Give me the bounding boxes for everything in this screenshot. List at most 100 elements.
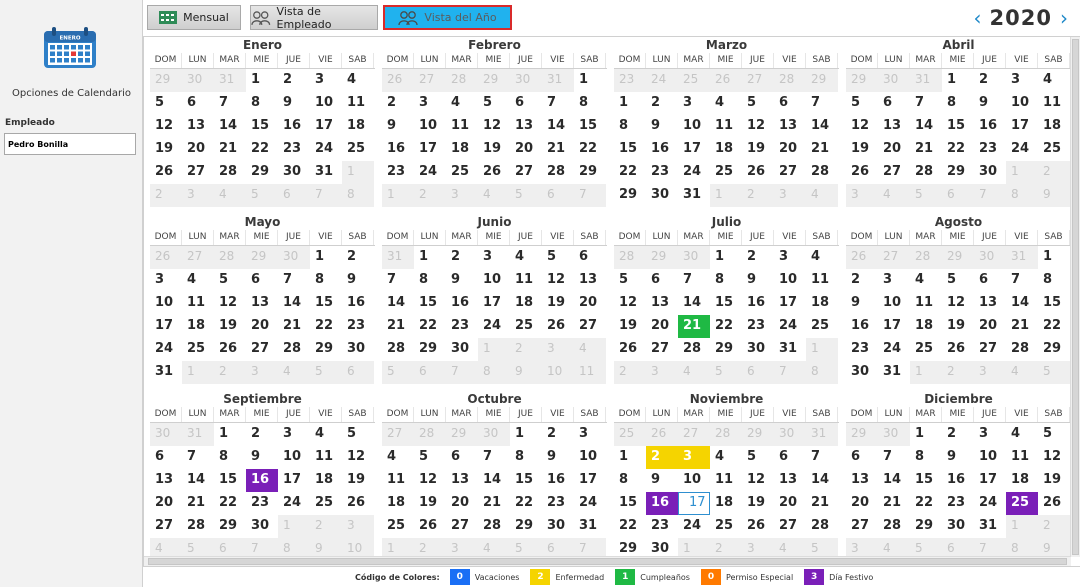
day-cell-other-month[interactable]: 28 xyxy=(446,69,478,92)
day-cell-other-month[interactable]: 7 xyxy=(574,184,606,207)
day-cell-other-month[interactable]: 3 xyxy=(446,184,478,207)
day-cell[interactable]: 29 xyxy=(510,515,542,538)
day-cell[interactable]: 4 xyxy=(1038,69,1070,92)
day-cell[interactable]: 23 xyxy=(646,515,678,538)
day-cell[interactable]: 12 xyxy=(1038,446,1070,469)
chevron-right-icon[interactable]: › xyxy=(1060,8,1068,28)
day-cell[interactable]: 14 xyxy=(1006,292,1038,315)
employee-field[interactable] xyxy=(4,133,136,155)
day-cell[interactable]: 8 xyxy=(310,269,342,292)
day-cell[interactable]: 23 xyxy=(846,338,878,361)
day-cell[interactable]: 16 xyxy=(342,292,374,315)
day-cell[interactable]: 8 xyxy=(414,269,446,292)
day-cell[interactable]: 11 xyxy=(710,469,742,492)
day-cell[interactable]: 27 xyxy=(574,315,606,338)
day-cell[interactable]: 17 xyxy=(974,469,1006,492)
day-cell[interactable]: 21 xyxy=(910,138,942,161)
day-cell[interactable]: 26 xyxy=(742,161,774,184)
day-cell-highlighted[interactable]: 2 xyxy=(646,446,678,469)
day-cell[interactable]: 1 xyxy=(246,69,278,92)
day-cell[interactable]: 21 xyxy=(806,492,838,515)
day-cell[interactable]: 7 xyxy=(182,446,214,469)
day-cell-other-month[interactable]: 30 xyxy=(150,423,182,446)
day-cell[interactable]: 1 xyxy=(214,423,246,446)
day-cell[interactable]: 1 xyxy=(414,246,446,269)
day-cell[interactable]: 9 xyxy=(646,469,678,492)
day-cell[interactable]: 29 xyxy=(574,161,606,184)
day-cell[interactable]: 1 xyxy=(710,246,742,269)
day-cell[interactable]: 17 xyxy=(414,138,446,161)
day-cell-other-month[interactable]: 5 xyxy=(1038,361,1070,384)
day-cell-other-month[interactable]: 7 xyxy=(974,184,1006,207)
day-cell[interactable]: 25 xyxy=(910,338,942,361)
day-cell-other-month[interactable]: 28 xyxy=(214,246,246,269)
day-cell[interactable]: 12 xyxy=(542,269,574,292)
day-cell[interactable]: 20 xyxy=(774,138,806,161)
day-cell[interactable]: 9 xyxy=(974,92,1006,115)
day-cell[interactable]: 24 xyxy=(974,492,1006,515)
day-cell-other-month[interactable]: 5 xyxy=(510,184,542,207)
day-cell[interactable]: 6 xyxy=(246,269,278,292)
day-cell[interactable]: 11 xyxy=(1006,446,1038,469)
day-cell[interactable]: 11 xyxy=(382,469,414,492)
day-cell-other-month[interactable]: 28 xyxy=(614,246,646,269)
day-cell-other-month[interactable]: 10 xyxy=(542,361,574,384)
day-cell[interactable]: 22 xyxy=(614,161,646,184)
day-cell-other-month[interactable]: 1 xyxy=(1006,161,1038,184)
day-cell[interactable]: 5 xyxy=(614,269,646,292)
day-cell[interactable]: 13 xyxy=(974,292,1006,315)
day-cell[interactable]: 2 xyxy=(742,246,774,269)
day-cell-highlighted[interactable]: 3 xyxy=(678,446,710,469)
day-cell-other-month[interactable]: 8 xyxy=(806,361,838,384)
day-cell-other-month[interactable]: 26 xyxy=(646,423,678,446)
day-cell[interactable]: 7 xyxy=(1006,269,1038,292)
day-cell[interactable]: 17 xyxy=(1006,115,1038,138)
employee-view-button[interactable]: Vista de Empleado xyxy=(250,5,378,31)
day-cell-other-month[interactable]: 11 xyxy=(574,361,606,384)
day-cell-other-month[interactable]: 8 xyxy=(478,361,510,384)
day-cell-other-month[interactable]: 3 xyxy=(542,338,574,361)
day-cell-other-month[interactable]: 3 xyxy=(774,184,806,207)
day-cell[interactable]: 10 xyxy=(478,269,510,292)
day-cell[interactable]: 13 xyxy=(510,115,542,138)
day-cell[interactable]: 13 xyxy=(446,469,478,492)
day-cell-highlighted[interactable]: 25 xyxy=(1006,492,1038,515)
day-cell[interactable]: 14 xyxy=(806,469,838,492)
day-cell[interactable]: 26 xyxy=(942,338,974,361)
day-cell[interactable]: 14 xyxy=(542,115,574,138)
day-cell[interactable]: 4 xyxy=(382,446,414,469)
day-cell-other-month[interactable]: 7 xyxy=(310,184,342,207)
day-cell[interactable]: 30 xyxy=(742,338,774,361)
day-cell-other-month[interactable]: 1 xyxy=(278,515,310,538)
day-cell[interactable]: 8 xyxy=(710,269,742,292)
day-cell[interactable]: 27 xyxy=(974,338,1006,361)
day-cell[interactable]: 26 xyxy=(1038,492,1070,515)
day-cell-other-month[interactable]: 1 xyxy=(1006,515,1038,538)
day-cell[interactable]: 18 xyxy=(910,315,942,338)
day-cell[interactable]: 27 xyxy=(878,161,910,184)
day-cell[interactable]: 3 xyxy=(278,423,310,446)
day-cell[interactable]: 12 xyxy=(846,115,878,138)
day-cell[interactable]: 18 xyxy=(342,115,374,138)
day-cell-other-month[interactable]: 4 xyxy=(278,361,310,384)
day-cell[interactable]: 17 xyxy=(678,138,710,161)
day-cell-other-month[interactable]: 30 xyxy=(774,423,806,446)
day-cell[interactable]: 24 xyxy=(678,515,710,538)
day-cell-other-month[interactable]: 30 xyxy=(182,69,214,92)
horizontal-scrollbar[interactable] xyxy=(144,556,1071,566)
day-cell[interactable]: 12 xyxy=(614,292,646,315)
day-cell-other-month[interactable]: 27 xyxy=(678,423,710,446)
day-cell[interactable]: 8 xyxy=(614,469,646,492)
day-cell[interactable]: 26 xyxy=(846,161,878,184)
day-cell[interactable]: 11 xyxy=(1038,92,1070,115)
day-cell[interactable]: 20 xyxy=(878,138,910,161)
day-cell-other-month[interactable]: 27 xyxy=(414,69,446,92)
day-cell[interactable]: 2 xyxy=(446,246,478,269)
day-cell-other-month[interactable]: 26 xyxy=(382,69,414,92)
day-cell[interactable]: 31 xyxy=(310,161,342,184)
day-cell-other-month[interactable]: 28 xyxy=(710,423,742,446)
day-cell[interactable]: 24 xyxy=(678,161,710,184)
day-cell[interactable]: 1 xyxy=(510,423,542,446)
day-cell-other-month[interactable]: 31 xyxy=(214,69,246,92)
day-cell[interactable]: 4 xyxy=(446,92,478,115)
